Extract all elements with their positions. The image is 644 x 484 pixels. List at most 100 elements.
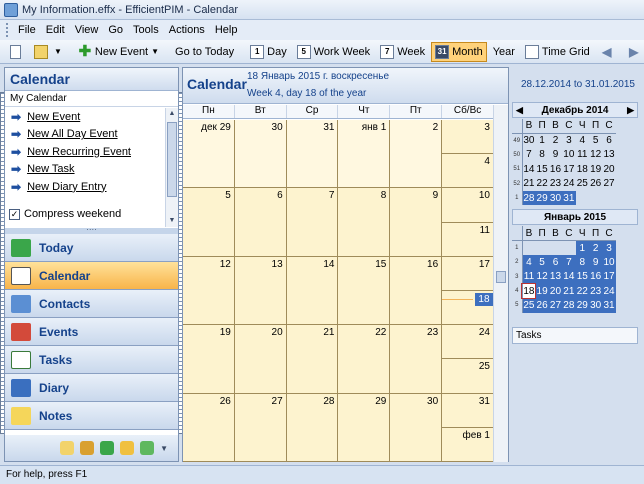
mini-day[interactable]: 5 [535,255,549,270]
week-number[interactable]: 4 [512,283,523,299]
nav-events[interactable]: Events [5,318,178,346]
day-cell[interactable]: 17 [442,256,493,291]
mini-day[interactable]: 9 [588,255,603,270]
scroll-up-icon[interactable]: ▲ [166,108,178,120]
tasks-panel[interactable]: Tasks [512,327,638,344]
task-new-diary-entry[interactable]: ➡ New Diary Entry [5,178,165,196]
mini-day[interactable]: 13 [602,148,615,162]
mini-day[interactable]: 30 [522,133,535,147]
mini-day[interactable]: 30 [548,190,563,206]
mini-day[interactable] [562,241,575,255]
mini-day[interactable]: 17 [602,269,616,284]
calendar-scrollbar[interactable] [493,105,508,462]
mini-day[interactable]: 19 [589,162,602,176]
mini-day[interactable]: 19 [535,283,549,299]
menu-help[interactable]: Help [210,24,243,36]
day-cell[interactable]: 13 [234,256,287,326]
mini-day[interactable]: 11 [576,148,589,162]
day-cell[interactable]: 23 [390,325,443,394]
day-cell[interactable]: 12 [183,256,235,326]
menu-edit[interactable]: Edit [41,24,70,36]
day-cell[interactable]: 16 [390,256,443,326]
mini-day[interactable]: 2 [588,240,603,256]
mini-day[interactable] [535,241,548,255]
task-new-task[interactable]: ➡ New Task [5,161,165,179]
mini-day[interactable]: 10 [602,255,616,270]
nav-calendar[interactable]: Calendar [5,262,178,290]
mini-day[interactable]: 23 [588,283,603,299]
menu-actions[interactable]: Actions [164,24,210,36]
day-cell[interactable]: 24 [442,325,493,360]
mini-day[interactable]: 23 [549,177,562,191]
mini-day[interactable]: 22 [575,283,589,299]
mini-day[interactable]: 17 [562,162,575,176]
day-cell[interactable]: янв 1 [338,120,391,189]
mini-day[interactable]: 4 [576,133,589,147]
mini-day[interactable]: 4 [522,255,536,270]
day-cell[interactable]: фев 1 [442,427,493,461]
scroll-down-icon[interactable]: ▼ [166,215,178,227]
mini-day[interactable]: 15 [535,162,548,176]
year-view-button[interactable]: Year [0,42,519,434]
day-cell[interactable]: 25 [442,359,493,393]
week-view-button[interactable]: 7 Week [376,42,429,62]
week-number[interactable]: 2 [512,255,523,270]
week-number[interactable]: 49 [512,133,523,148]
mini-day[interactable]: 20 [602,162,615,176]
mini-day[interactable]: 9 [549,148,562,162]
mini-day[interactable]: 30 [588,298,603,313]
day-cell[interactable]: 20 [234,325,287,394]
work-week-view-button[interactable]: 5 Work Week [293,42,374,62]
prev-month-icon[interactable]: ◀ [516,105,523,116]
mini-day[interactable] [589,191,602,205]
day-cell[interactable]: 22 [338,325,391,394]
day-cell[interactable]: 26 [183,393,235,462]
day-cell[interactable]: 31 [442,393,493,428]
day-cell[interactable]: дек 29 [183,120,235,189]
day-cell[interactable]: 15 [338,256,391,326]
compress-weekend-option[interactable]: ✓ Compress weekend [9,208,121,220]
mini-day[interactable]: 25 [576,177,589,191]
day-cell[interactable]: 11 [442,222,493,256]
next-month-icon[interactable]: ▶ [627,105,634,116]
day-cell[interactable]: 31 [286,120,339,189]
sync-icon[interactable] [140,441,155,455]
mini-day[interactable]: 11 [522,269,536,284]
day-cell[interactable]: 9 [390,188,443,257]
day-cell[interactable]: 8 [338,188,391,257]
day-cell[interactable]: 30 [234,120,287,189]
mini-day[interactable] [602,191,615,205]
mini-day[interactable]: 29 [575,298,589,313]
mini-day[interactable] [576,191,589,205]
mini-day[interactable]: 2 [549,133,562,147]
menu-view[interactable]: View [70,24,104,36]
day-cell[interactable]: 2 [390,120,443,189]
mini-day[interactable] [549,241,562,255]
go-to-today-button[interactable]: Go to Today [171,42,238,62]
week-number[interactable]: 5 [512,298,523,313]
mini-day[interactable]: 7 [562,255,576,270]
mini-day[interactable]: 7 [522,148,535,162]
week-number[interactable]: 1 [512,190,523,206]
mini-day[interactable]: 5 [589,133,602,147]
mini-day[interactable]: 26 [535,298,549,313]
mini-day[interactable]: 12 [589,148,602,162]
nav-diary[interactable]: Diary [5,374,178,402]
nav-notes[interactable]: Notes [5,402,178,430]
task-new-recurring-event[interactable]: ➡ New Recurring Event [5,143,165,161]
mini-day[interactable]: 14 [522,162,535,176]
week-number[interactable]: 1 [512,240,523,256]
mini-day[interactable]: 12 [535,269,549,284]
day-cell[interactable]: 27 [234,393,287,462]
mini-day[interactable]: 21 [522,177,535,191]
chevron-down-icon[interactable]: ▼ [160,444,168,453]
new-document-button[interactable] [6,42,28,62]
time-grid-button[interactable]: Time Grid [521,42,594,62]
scroll-thumb[interactable] [167,122,177,197]
compress-weekend-checkbox[interactable]: ✓ [9,208,20,220]
globe-icon[interactable] [100,441,115,455]
day-cell[interactable]: 3 [442,120,493,155]
forward-button[interactable]: ▶ [623,42,644,62]
menu-tools[interactable]: Tools [128,24,164,36]
mini-day[interactable]: 26 [589,177,602,191]
